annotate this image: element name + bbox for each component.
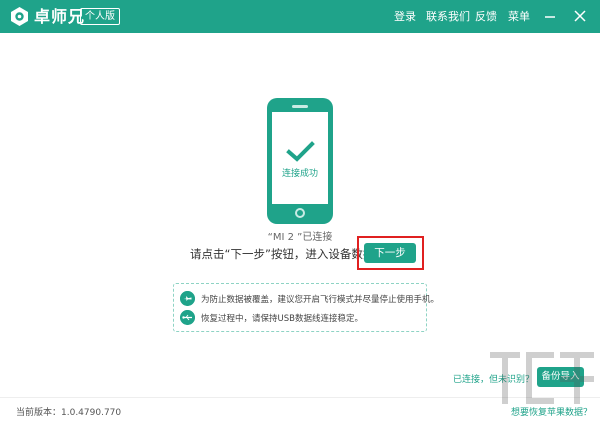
usb-icon <box>180 310 195 325</box>
device-connected-label: “MI 2 ”已连接 <box>267 232 333 243</box>
menu-link[interactable]: 菜单 <box>508 8 530 25</box>
watermark-logo <box>490 352 594 404</box>
title-bar: 卓师兄 个人版 登录 联系我们 反馈 菜单 <box>0 0 600 33</box>
app-logo-icon <box>11 7 28 26</box>
login-link[interactable]: 登录 <box>394 8 416 25</box>
contact-us-link[interactable]: 联系我们 <box>426 8 470 25</box>
phone-illustration: 连接成功 <box>267 98 333 224</box>
tips-box: 为防止数据被覆盖，建议您开启飞行模式并尽量停止使用手机。 恢复过程中，请保持US… <box>173 283 439 332</box>
checkmark-icon <box>286 141 315 162</box>
phone-home-button <box>295 208 305 218</box>
phone-screen: 连接成功 <box>272 112 328 204</box>
app-name: 卓师兄 <box>34 7 86 26</box>
next-step-button[interactable]: 下一步 <box>364 243 416 263</box>
minimize-icon[interactable] <box>543 9 557 23</box>
phone-speaker <box>292 105 308 108</box>
tip-text: 恢复过程中，请保持USB数据线连接稳定。 <box>201 314 363 324</box>
connection-status-text: 连接成功 <box>281 169 318 179</box>
feedback-link[interactable]: 反馈 <box>475 8 497 25</box>
close-icon[interactable] <box>573 9 587 23</box>
tip-text: 为防止数据被覆盖，建议您开启飞行模式并尽量停止使用手机。 <box>201 295 440 305</box>
edition-badge: 个人版 <box>80 8 120 25</box>
version-text: 当前版本：1.0.4790.770 <box>16 408 122 418</box>
airplane-icon <box>180 291 195 306</box>
